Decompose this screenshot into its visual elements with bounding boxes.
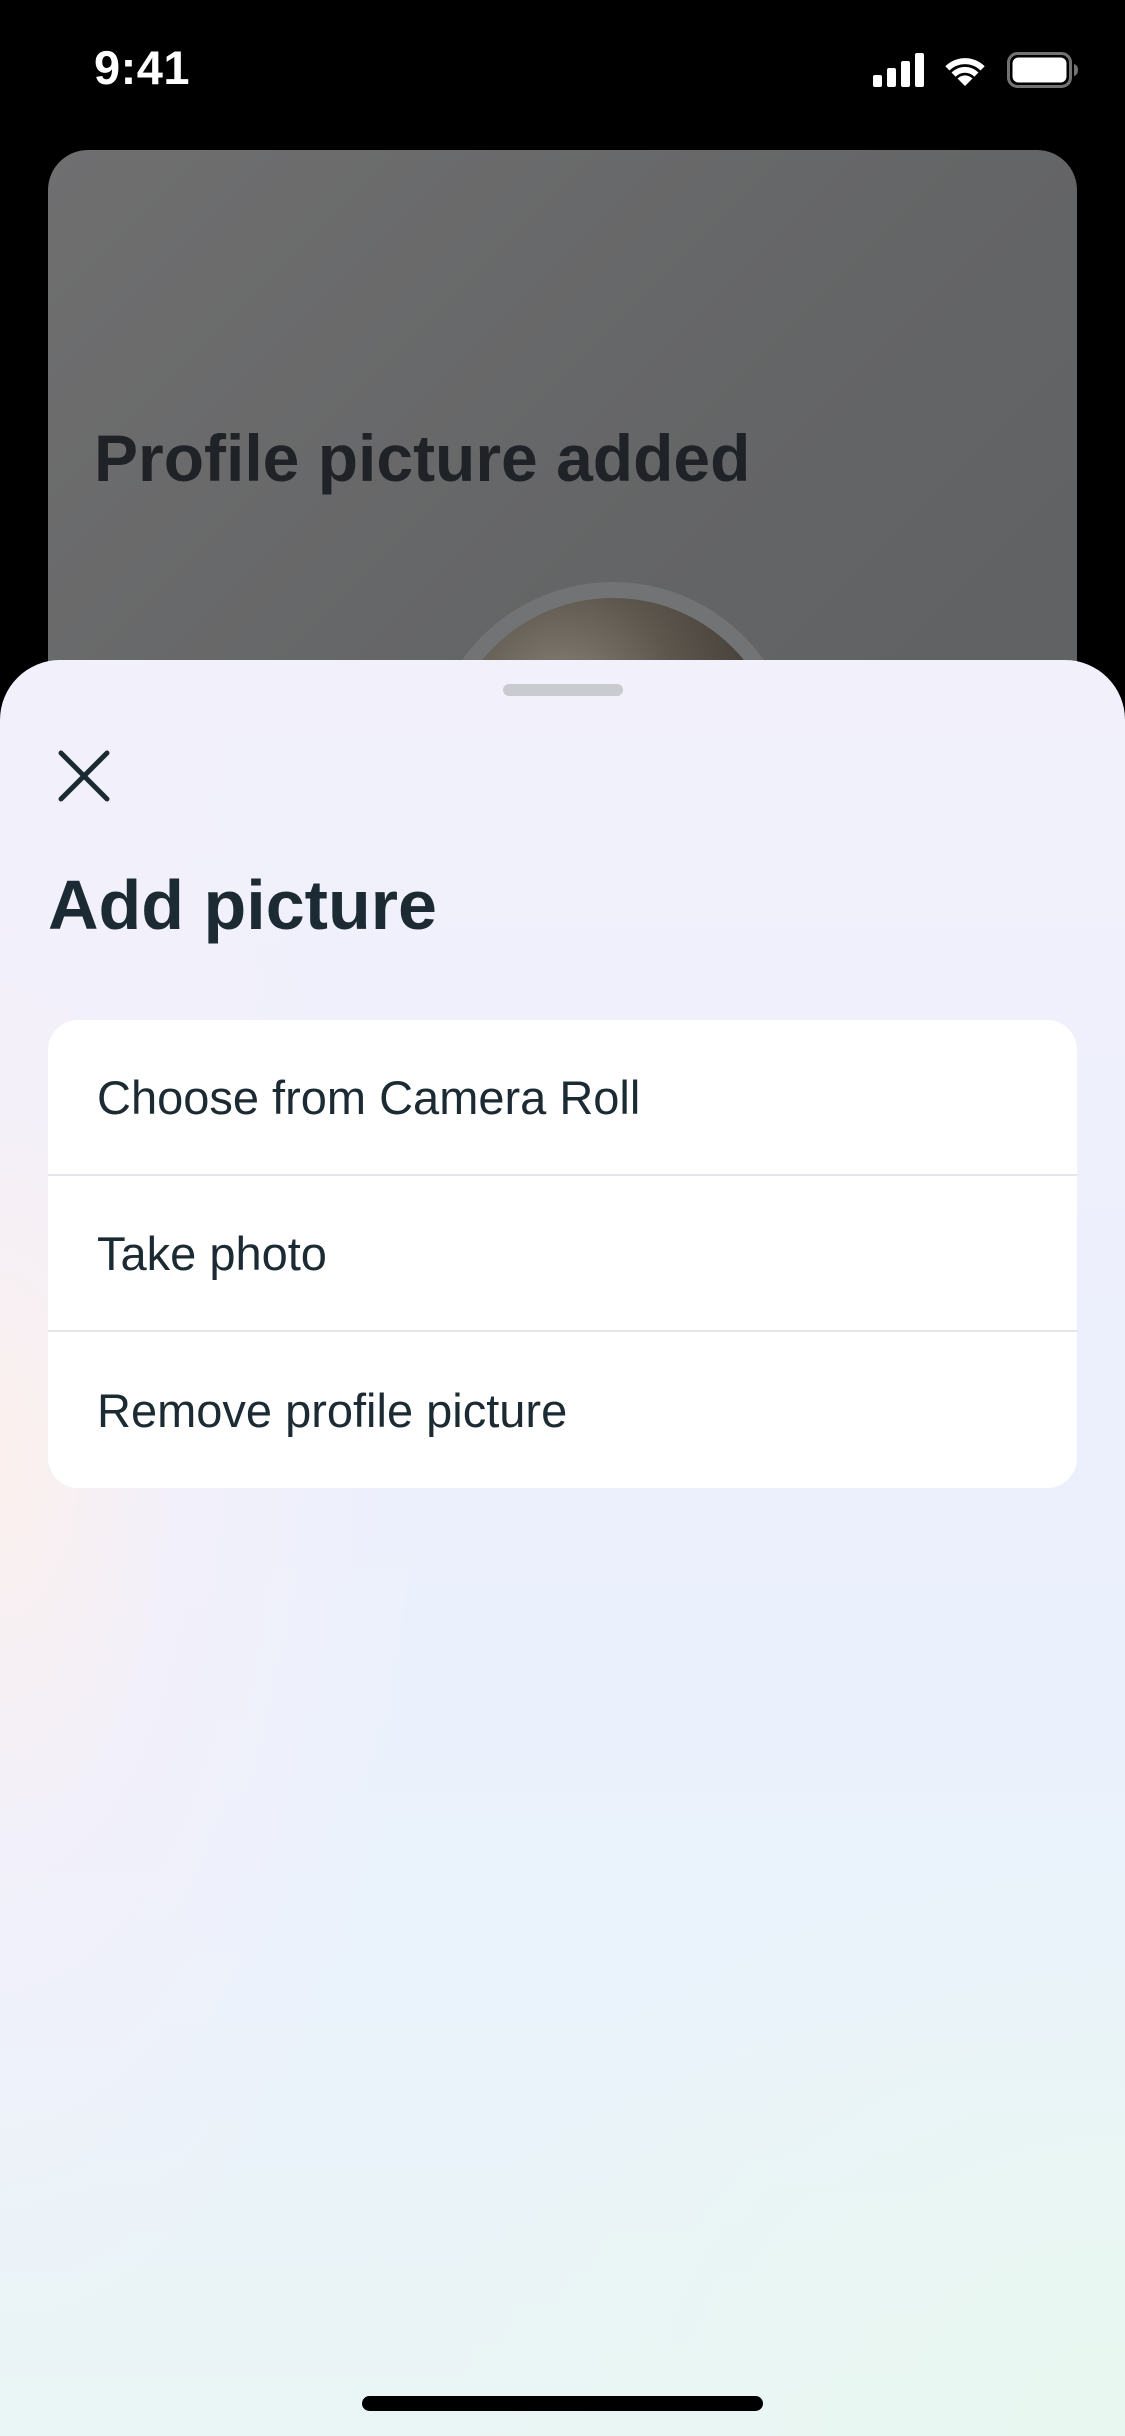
- status-time: 9:41: [94, 41, 191, 94]
- cellular-signal-icon: [873, 53, 927, 87]
- wifi-icon: [941, 52, 989, 88]
- options-list: Choose from Camera Roll Take photo Remov…: [48, 1020, 1077, 1488]
- screen: 9:41 Profile picture added Add picture C…: [0, 0, 1125, 2436]
- add-picture-sheet: Add picture Choose from Camera Roll Take…: [0, 660, 1125, 2436]
- option-label: Remove profile picture: [97, 1383, 568, 1437]
- status-bar: 9:41: [0, 0, 1125, 140]
- close-icon: [57, 749, 111, 808]
- option-label: Choose from Camera Roll: [97, 1070, 641, 1124]
- drag-handle[interactable]: [503, 684, 623, 696]
- remove-profile-picture-option[interactable]: Remove profile picture: [48, 1332, 1077, 1488]
- background-card-title: Profile picture added: [94, 421, 751, 495]
- sheet-title: Add picture: [48, 866, 437, 944]
- home-indicator: [362, 2396, 763, 2411]
- take-photo-option[interactable]: Take photo: [48, 1176, 1077, 1332]
- option-label: Take photo: [97, 1226, 327, 1280]
- choose-from-camera-roll-option[interactable]: Choose from Camera Roll: [48, 1020, 1077, 1176]
- status-icons: [873, 50, 1079, 90]
- battery-icon: [1007, 52, 1079, 88]
- close-button[interactable]: [48, 742, 120, 814]
